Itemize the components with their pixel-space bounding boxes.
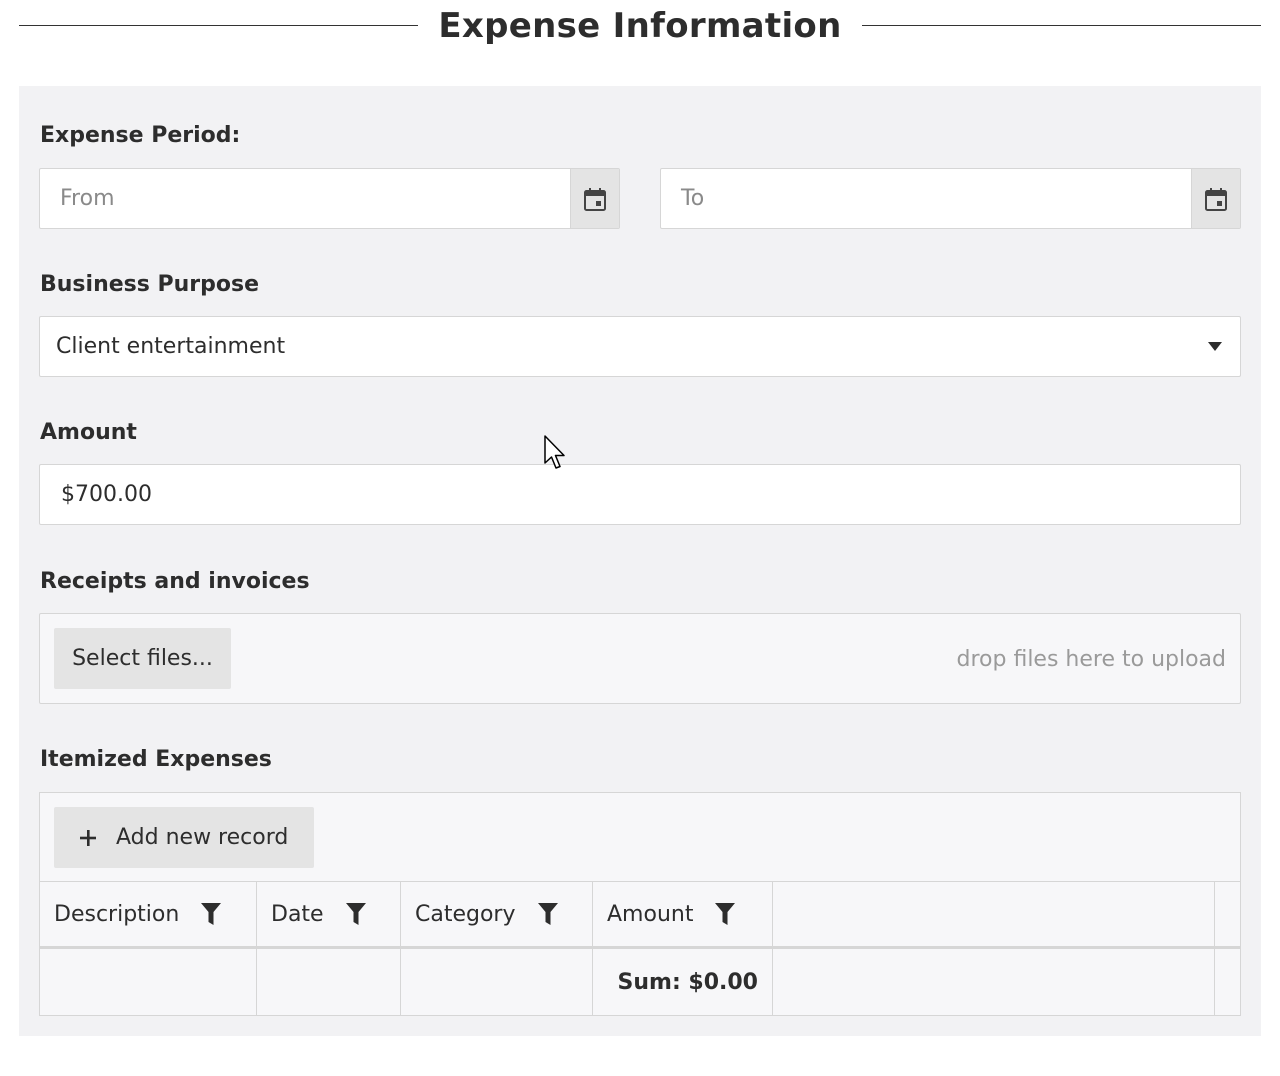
from-date-picker[interactable]: From (39, 168, 620, 229)
amount-sum: Sum: $0.00 (593, 949, 773, 1015)
expense-form-panel: Expense Period: From To Business Purpose… (19, 86, 1261, 1036)
column-title: Category (415, 901, 516, 927)
filter-icon[interactable] (537, 903, 558, 925)
footer-cell (40, 949, 257, 1015)
expense-period-label: Expense Period: (40, 123, 241, 148)
from-date-input[interactable]: From (40, 169, 570, 228)
itemized-expenses-label: Itemized Expenses (40, 747, 272, 772)
calendar-icon (1205, 187, 1227, 211)
to-calendar-button[interactable] (1191, 169, 1240, 228)
plus-icon (80, 829, 96, 846)
from-calendar-button[interactable] (570, 169, 619, 228)
column-title: Date (271, 901, 324, 927)
form-title: Expense Information (438, 6, 842, 46)
legend-line-right (861, 24, 1261, 26)
to-date-picker[interactable]: To (660, 168, 1241, 229)
amount-label: Amount (40, 420, 137, 445)
filter-icon[interactable] (345, 903, 366, 925)
filter-icon[interactable] (201, 903, 222, 925)
footer-cell (257, 949, 401, 1015)
grid-header-row: Description Date Category Amount (40, 882, 1240, 949)
receipts-label: Receipts and invoices (40, 569, 310, 594)
select-files-button[interactable]: Select files... (54, 628, 231, 689)
caret-down-icon (1208, 342, 1222, 351)
column-title: Description (54, 901, 180, 927)
footer-cell (401, 949, 593, 1015)
column-header-description[interactable]: Description (40, 882, 257, 946)
business-purpose-label: Business Purpose (40, 272, 260, 297)
calendar-icon (584, 187, 606, 211)
add-new-record-button[interactable]: Add new record (54, 807, 314, 868)
filter-icon[interactable] (715, 903, 736, 925)
column-header-empty (773, 882, 1215, 946)
footer-cell (773, 949, 1215, 1015)
amount-value: $700.00 (61, 482, 152, 507)
business-purpose-value: Client entertainment (56, 334, 286, 359)
column-title: Amount (607, 901, 694, 927)
business-purpose-dropdown[interactable]: Client entertainment (39, 316, 1241, 377)
column-header-date[interactable]: Date (257, 882, 401, 946)
column-header-category[interactable]: Category (401, 882, 593, 946)
grid-toolbar: Add new record (40, 793, 1240, 882)
drop-files-hint: drop files here to upload (956, 647, 1226, 672)
amount-input[interactable]: $700.00 (39, 464, 1241, 525)
grid-footer-row: Sum: $0.00 (40, 949, 1240, 1015)
itemized-expenses-grid: Add new record Description Date Category (39, 792, 1241, 1016)
mouse-pointer-icon (544, 435, 565, 469)
column-header-amount[interactable]: Amount (593, 882, 773, 946)
add-new-record-label: Add new record (116, 825, 289, 850)
form-legend: Expense Information (19, 0, 1261, 56)
to-date-input[interactable]: To (661, 169, 1191, 228)
file-upload-dropzone[interactable]: Select files... drop files here to uploa… (39, 613, 1241, 704)
legend-line-left (19, 24, 419, 26)
